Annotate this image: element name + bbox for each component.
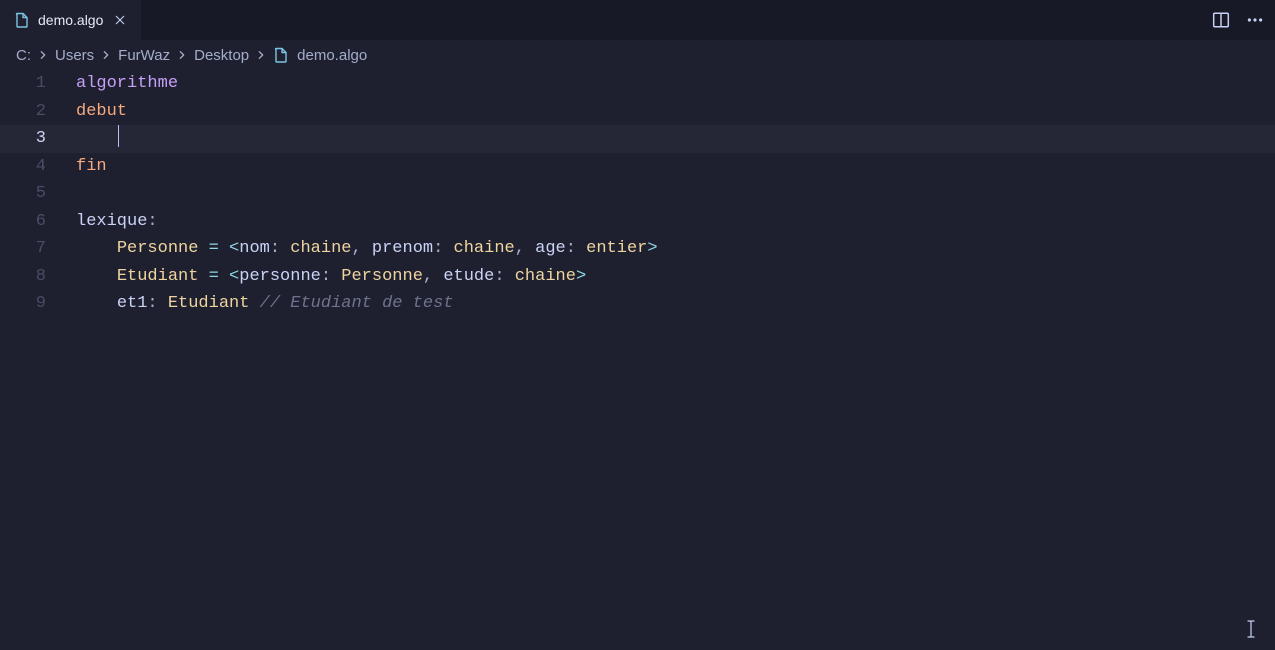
code-line-content: lexique: xyxy=(76,212,158,231)
file-icon xyxy=(273,47,289,63)
breadcrumb-segment[interactable]: C: xyxy=(16,47,31,64)
breadcrumb[interactable]: C: Users FurWaz Desktop demo.algo xyxy=(0,40,1275,70)
chevron-right-icon xyxy=(100,49,112,61)
code-line-content: algorithme xyxy=(76,74,178,93)
line-number: 8 xyxy=(0,263,46,291)
line-number: 6 xyxy=(0,208,46,236)
text-cursor-icon xyxy=(1245,620,1257,638)
line-number-gutter: 123456789 xyxy=(0,70,68,650)
code-line-content xyxy=(76,130,119,149)
breadcrumb-file[interactable]: demo.algo xyxy=(297,47,367,64)
code-line[interactable] xyxy=(76,125,1275,153)
line-number: 1 xyxy=(0,70,46,98)
file-icon xyxy=(14,12,30,28)
close-icon[interactable] xyxy=(111,11,129,29)
code-area[interactable]: algorithme debut fin lexique: Personne = <… xyxy=(68,70,1275,650)
text-caret xyxy=(118,125,120,147)
code-line[interactable] xyxy=(76,180,1275,208)
code-editor[interactable]: 123456789 algorithme debut fin lexique: Pe… xyxy=(0,70,1275,650)
code-line-content: Etudiant = <personne: Personne, etude: c… xyxy=(76,267,586,286)
code-line[interactable]: lexique: xyxy=(76,208,1275,236)
code-line[interactable]: et1: Etudiant // Etudiant de test xyxy=(76,290,1275,318)
line-number: 7 xyxy=(0,235,46,263)
line-number: 9 xyxy=(0,290,46,318)
code-line[interactable]: Etudiant = <personne: Personne, etude: c… xyxy=(76,263,1275,291)
breadcrumb-segment[interactable]: FurWaz xyxy=(118,47,170,64)
tab-file-name: demo.algo xyxy=(38,12,103,28)
code-line[interactable]: Personne = <nom: chaine, prenom: chaine,… xyxy=(76,235,1275,263)
code-line-content: fin xyxy=(76,157,107,176)
line-number: 2 xyxy=(0,98,46,126)
chevron-right-icon xyxy=(176,49,188,61)
code-line[interactable]: debut xyxy=(76,98,1275,126)
editor-tab-active[interactable]: demo.algo xyxy=(0,0,142,40)
split-editor-icon[interactable] xyxy=(1209,8,1233,32)
breadcrumb-segment[interactable]: Users xyxy=(55,47,94,64)
line-number: 4 xyxy=(0,153,46,181)
active-line-highlight xyxy=(0,125,1275,153)
code-line[interactable]: fin xyxy=(76,153,1275,181)
code-line-content: Personne = <nom: chaine, prenom: chaine,… xyxy=(76,239,658,258)
code-line[interactable]: algorithme xyxy=(76,70,1275,98)
chevron-right-icon xyxy=(255,49,267,61)
tabbar-actions xyxy=(1209,0,1267,40)
chevron-right-icon xyxy=(37,49,49,61)
more-actions-icon[interactable] xyxy=(1243,8,1267,32)
tab-bar: demo.algo xyxy=(0,0,1275,40)
code-line-content: debut xyxy=(76,102,127,121)
code-line-content: et1: Etudiant // Etudiant de test xyxy=(76,294,454,313)
line-number: 5 xyxy=(0,180,46,208)
breadcrumb-segment[interactable]: Desktop xyxy=(194,47,249,64)
